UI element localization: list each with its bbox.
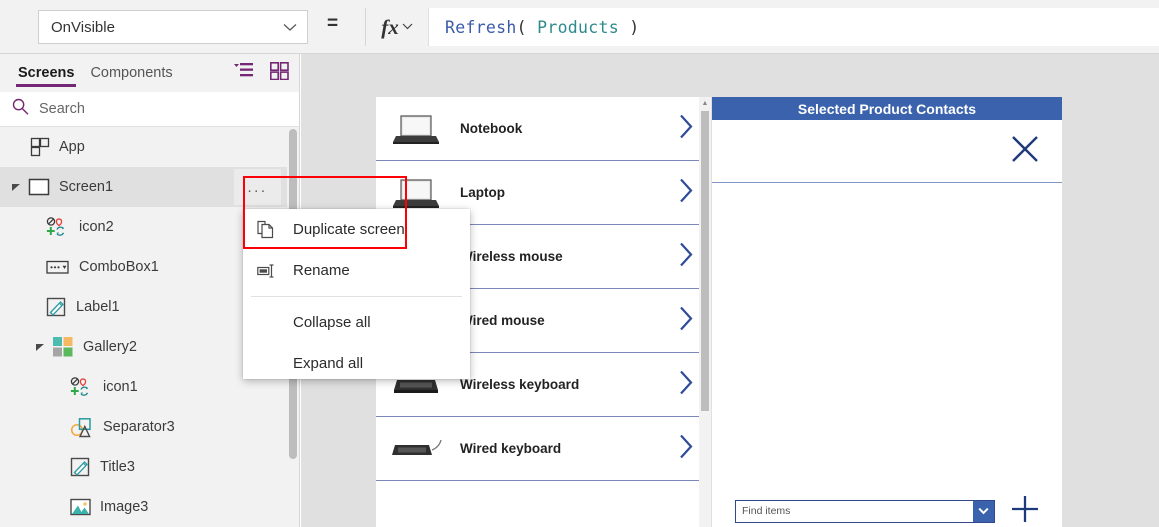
powerapps-studio: OnVisible = fx Refresh( Products ) Scree…: [0, 0, 1159, 527]
formula-token-function: Refresh: [445, 17, 517, 37]
scroll-up-arrow-icon[interactable]: ▲: [702, 97, 709, 110]
property-selector[interactable]: OnVisible: [38, 10, 308, 44]
tab-components[interactable]: Components: [82, 54, 180, 92]
formula-token-paren-close: ): [618, 17, 640, 37]
menu-item-expand-all[interactable]: Expand all: [243, 343, 470, 384]
gallery-scrollbar[interactable]: ▲ ▼: [699, 97, 711, 527]
search-input[interactable]: Search: [0, 92, 299, 127]
keyboard-thumb: [388, 428, 444, 470]
find-items-placeholder: Find items: [742, 505, 791, 517]
shapes-icon: [70, 417, 94, 438]
caret-expanded-icon[interactable]: [10, 181, 22, 193]
chevron-right-icon[interactable]: [679, 113, 693, 144]
tab-screens-label: Screens: [18, 65, 75, 81]
panel-body: [712, 183, 1062, 485]
menu-item-label: Duplicate screen: [293, 221, 405, 238]
rename-icon: [257, 263, 281, 278]
menu-separator: [251, 296, 462, 297]
duplicate-icon: [257, 220, 281, 239]
label-icon: [46, 297, 67, 318]
gallery-icon: [52, 336, 74, 358]
caret-expanded-icon[interactable]: [34, 341, 46, 353]
tree-item-label: Screen1: [59, 179, 114, 195]
gallery-item-label: Notebook: [460, 121, 523, 136]
menu-item-label: Rename: [293, 262, 350, 279]
image-icon: [70, 498, 91, 517]
tree-item-label: Gallery2: [83, 339, 137, 355]
search-icon: [12, 98, 29, 120]
icon-control-icon: [70, 377, 94, 397]
menu-item-rename[interactable]: Rename: [243, 250, 470, 291]
fx-button[interactable]: fx: [366, 8, 429, 46]
tree-item-label: Title3: [100, 459, 135, 475]
panel-close-row: [712, 120, 1062, 183]
find-items-combobox[interactable]: Find items: [735, 499, 995, 523]
search-placeholder: Search: [39, 101, 85, 117]
tree-item-label: Image3: [100, 499, 149, 515]
label-icon: [70, 457, 91, 478]
chevron-right-icon[interactable]: [679, 241, 693, 272]
tree-item-separator3[interactable]: Separator3: [0, 407, 299, 447]
menu-item-collapse-all[interactable]: Collapse all: [243, 302, 470, 343]
tree-item-image3[interactable]: Image3: [0, 487, 299, 527]
gallery-item-label: Wired keyboard: [460, 441, 562, 456]
tree-item-screen1[interactable]: Screen1 ...: [0, 167, 299, 207]
fx-icon: fx: [381, 14, 399, 39]
tab-screens[interactable]: Screens: [10, 54, 82, 92]
thumbnail-view-icon[interactable]: [270, 61, 289, 85]
sidebar-tabs: Screens Components: [0, 54, 299, 92]
formula-text[interactable]: Refresh( Products ): [429, 18, 639, 37]
formula-input-area[interactable]: fx Refresh( Products ): [365, 8, 1159, 46]
formula-token-paren-open: (: [516, 17, 538, 37]
panel-title: Selected Product Contacts: [712, 97, 1062, 120]
chevron-right-icon[interactable]: [679, 433, 693, 464]
tree-item-app[interactable]: App: [0, 127, 299, 167]
combobox-icon: [46, 259, 70, 276]
chevron-down-icon: [402, 21, 413, 33]
chevron-right-icon[interactable]: [679, 369, 693, 400]
gallery-item-label: Wireless mouse: [460, 249, 563, 264]
gallery-scrollbar-thumb[interactable]: [701, 111, 709, 411]
gallery-item-label: Wireless keyboard: [460, 377, 580, 392]
tree-item-label: App: [59, 139, 85, 155]
icon-control-icon: [46, 217, 70, 237]
gallery-item[interactable]: Notebook: [376, 97, 711, 161]
menu-item-label: Expand all: [293, 355, 364, 372]
tree-item-label: icon2: [79, 219, 114, 235]
tree-item-label: icon1: [103, 379, 138, 395]
gallery-item[interactable]: Wired keyboard: [376, 417, 711, 481]
menu-item-duplicate-screen[interactable]: Duplicate screen: [243, 209, 470, 250]
property-selector-value: OnVisible: [51, 18, 115, 36]
equals-sign: =: [327, 13, 339, 34]
screen-icon: [28, 178, 50, 196]
chevron-right-icon[interactable]: [679, 177, 693, 208]
plus-icon[interactable]: [1009, 493, 1041, 527]
tree-view-icon[interactable]: [233, 62, 254, 84]
tree-item-label: Label1: [76, 299, 120, 315]
no-caret: [16, 141, 28, 153]
chevron-right-icon[interactable]: [679, 305, 693, 336]
chevron-down-icon: [283, 20, 297, 35]
screen-overflow-menu-button[interactable]: ...: [234, 169, 281, 205]
tree-item-label: ComboBox1: [79, 259, 159, 275]
tree-item-title3[interactable]: Title3: [0, 447, 299, 487]
close-x-icon[interactable]: [1010, 134, 1040, 169]
tree-item-label: Separator3: [103, 419, 175, 435]
menu-item-label: Collapse all: [293, 314, 371, 331]
app-icon: [30, 137, 50, 157]
screen-context-menu: Duplicate screen Rename Collapse all Exp…: [243, 209, 470, 379]
chevron-down-icon[interactable]: [973, 500, 994, 522]
laptop-thumb: [388, 172, 444, 214]
formula-bar: OnVisible = fx Refresh( Products ): [0, 0, 1159, 54]
gallery-item-label: Wired mouse: [460, 313, 545, 328]
notebook-thumb: [388, 108, 444, 150]
tab-components-label: Components: [90, 65, 173, 81]
gallery-item-label: Laptop: [460, 185, 505, 200]
formula-token-identifier: Products: [537, 17, 619, 37]
sidebar-view-toggles: [233, 54, 289, 92]
selected-product-contacts-panel: Selected Product Contacts Find items: [712, 97, 1062, 527]
panel-footer: Find items: [712, 485, 1062, 527]
